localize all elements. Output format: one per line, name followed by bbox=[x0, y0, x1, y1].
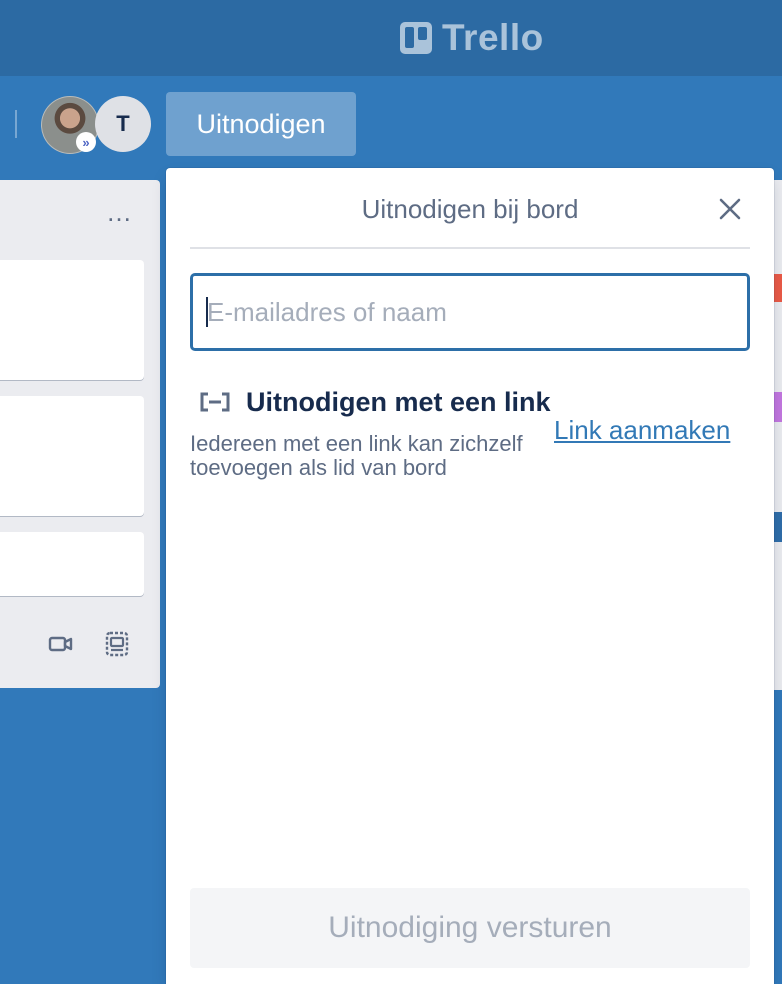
invite-button[interactable]: Uitnodigen bbox=[166, 92, 356, 156]
email-or-name-input[interactable] bbox=[190, 273, 750, 351]
link-icon bbox=[200, 392, 230, 412]
create-link-button[interactable]: Link aanmaken bbox=[554, 415, 730, 445]
send-invite-button[interactable]: Uitnodiging versturen bbox=[190, 888, 750, 968]
invite-popover: Uitnodigen bij bord Uitnodigen met een l… bbox=[166, 168, 774, 984]
popover-title: Uitnodigen bij bord bbox=[361, 194, 579, 224]
list-card[interactable] bbox=[0, 532, 144, 596]
trello-logo[interactable]: Trello bbox=[400, 17, 544, 58]
invite-link-title: Uitnodigen met een link bbox=[246, 387, 551, 417]
popover-divider bbox=[190, 247, 750, 249]
admin-badge-icon: » bbox=[76, 132, 96, 152]
member-avatar-initial[interactable]: T bbox=[95, 96, 151, 152]
logo-text: Trello bbox=[442, 17, 544, 58]
label-stripe-purple bbox=[774, 392, 782, 422]
top-header: Trello bbox=[0, 0, 782, 76]
label-stripe-red bbox=[774, 274, 782, 302]
card-template-icon[interactable] bbox=[104, 630, 130, 658]
header-divider bbox=[15, 110, 17, 138]
list-card[interactable] bbox=[0, 260, 144, 380]
list-menu-button[interactable]: … bbox=[106, 199, 133, 225]
trello-board-icon bbox=[400, 22, 432, 54]
close-icon bbox=[719, 198, 741, 220]
next-list-edge bbox=[774, 180, 782, 690]
video-icon[interactable] bbox=[48, 632, 74, 656]
list-card[interactable] bbox=[0, 396, 144, 516]
close-button[interactable] bbox=[710, 194, 750, 224]
invite-link-description: Iedereen met een link kan zichzelf toevo… bbox=[190, 431, 523, 480]
text-caret bbox=[206, 297, 208, 327]
label-stripe-blue bbox=[774, 512, 782, 542]
